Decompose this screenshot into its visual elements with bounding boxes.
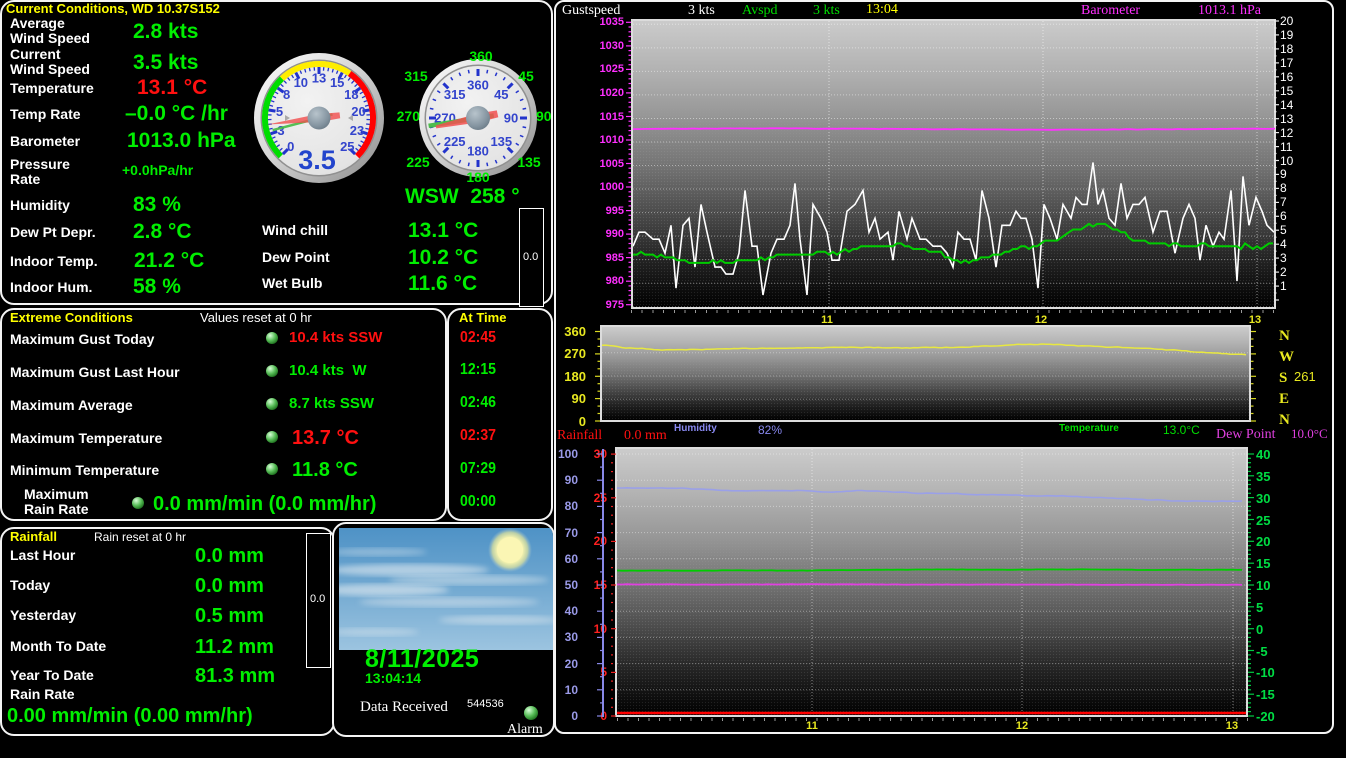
svg-text:90: 90 <box>504 111 518 126</box>
svg-text:315: 315 <box>444 87 466 102</box>
svg-text:13: 13 <box>312 71 326 86</box>
svg-text:20: 20 <box>351 104 365 119</box>
svg-text:23: 23 <box>350 123 364 138</box>
svg-text:3: 3 <box>277 123 284 138</box>
svg-text:45: 45 <box>494 87 508 102</box>
svg-text:18: 18 <box>344 87 358 102</box>
svg-text:8: 8 <box>283 87 290 102</box>
svg-text:360: 360 <box>467 78 489 93</box>
svg-text:25: 25 <box>340 139 354 154</box>
svg-text:5: 5 <box>276 104 283 119</box>
svg-text:3.5: 3.5 <box>298 145 336 175</box>
svg-text:225: 225 <box>444 134 466 149</box>
svg-text:180: 180 <box>467 144 489 159</box>
svg-text:0: 0 <box>287 139 294 154</box>
svg-text:15: 15 <box>330 75 344 90</box>
svg-text:135: 135 <box>490 134 512 149</box>
svg-text:10: 10 <box>294 75 308 90</box>
